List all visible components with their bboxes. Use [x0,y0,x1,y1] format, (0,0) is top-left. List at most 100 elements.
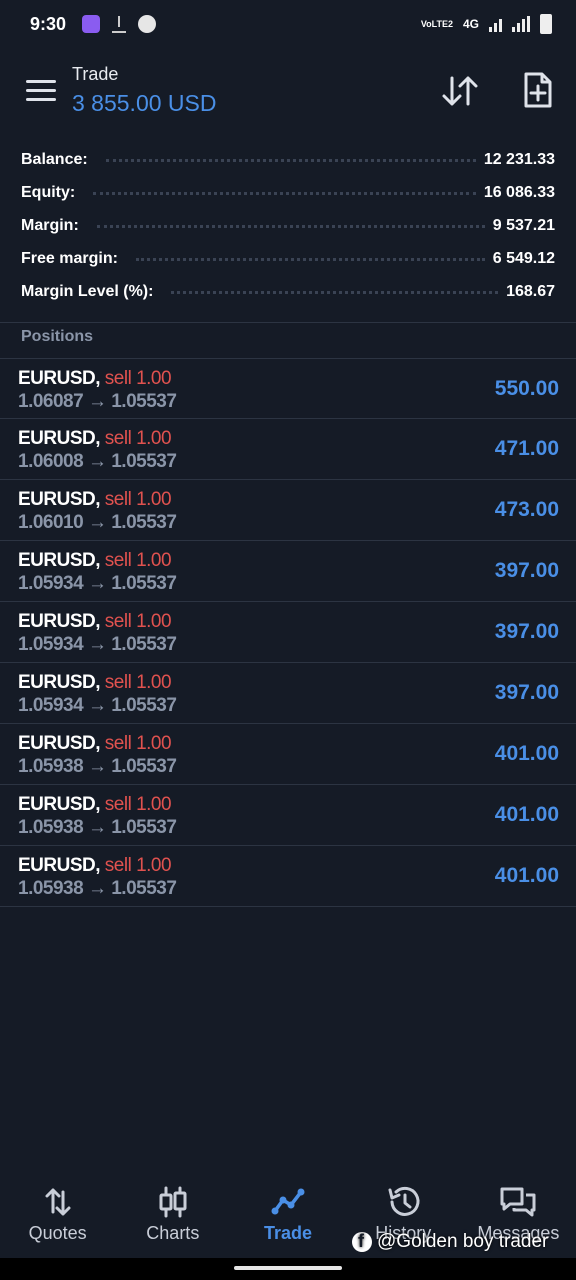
nav-label: Trade [263,1223,313,1243]
notification-icons [82,15,157,33]
margin-level-row: Margin Level (%): 168.67 [0,275,576,308]
nav-label: Quotes [28,1223,87,1243]
app-header: Trade 3 855.00 USD [0,56,576,126]
watermark: @Golden boy trader [352,1228,548,1256]
equity-value: 16 086.33 [483,183,555,201]
balance-value: 12 231.33 [483,150,555,168]
position-side: sell 1.00 [104,855,172,876]
position-row[interactable]: EURUSD, sell 1.00 1.06010 → 1.05537 473.… [0,480,576,541]
menu-icon[interactable] [26,80,56,102]
battery-icon [540,14,552,34]
position-side: sell 1.00 [104,489,172,510]
position-side: sell 1.00 [104,733,172,754]
position-side: sell 1.00 [104,550,172,571]
position-symbol: EURUSD, [18,489,101,510]
watermark-text: @Golden boy trader [377,1231,549,1252]
position-profit: 401.00 [494,803,559,826]
margin-label: Margin: [21,216,79,234]
position-symbol: EURUSD, [18,672,101,693]
free-margin-value: 6 549.12 [492,249,555,267]
position-profit: 397.00 [494,681,559,704]
floating-profit: 3 855.00 USD [72,90,217,116]
position-prices: 1.05938 → 1.05537 [18,878,177,899]
nav-label: Charts [146,1223,200,1243]
dotted-leader [105,159,476,162]
position-prices: 1.05938 → 1.05537 [18,756,177,777]
page-title: Trade [72,64,119,84]
volte-label: VoLTE2 [420,19,453,29]
candlestick-icon [153,1184,193,1220]
status-time: 9:30 [30,13,67,34]
facebook-logo-icon [352,1231,372,1252]
position-prices: 1.06087 → 1.05537 [18,391,177,412]
nav-charts[interactable]: Charts [115,1176,230,1258]
account-summary: Balance: 12 231.33 Equity: 16 086.33 Mar… [0,143,576,308]
positions-list: EURUSD, sell 1.00 1.06087 → 1.05537 550.… [0,358,576,907]
position-prices: 1.06010 → 1.05537 [18,512,177,533]
position-row[interactable]: EURUSD, sell 1.00 1.05938 → 1.05537 401.… [0,846,576,907]
gesture-area [0,1258,576,1280]
equity-label: Equity: [21,183,76,201]
section-divider [0,322,576,323]
position-row[interactable]: EURUSD, sell 1.00 1.06008 → 1.05537 471.… [0,419,576,480]
position-symbol: EURUSD, [18,733,101,754]
position-symbol: EURUSD, [18,611,101,632]
position-profit: 471.00 [494,437,559,460]
position-symbol: EURUSD, [18,368,101,389]
position-side: sell 1.00 [104,611,172,632]
position-row[interactable]: EURUSD, sell 1.00 1.05938 → 1.05537 401.… [0,724,576,785]
position-side: sell 1.00 [104,428,172,449]
position-row[interactable]: EURUSD, sell 1.00 1.05934 → 1.05537 397.… [0,541,576,602]
messages-icon [498,1184,538,1220]
sort-icon[interactable] [440,72,480,110]
system-icons: VoLTE2 4G [421,14,552,34]
q-app-icon [138,15,157,33]
signal-icon-2 [512,16,530,32]
nav-quotes[interactable]: Quotes [0,1176,115,1258]
position-prices: 1.05934 → 1.05537 [18,634,177,655]
trade-line-icon [268,1184,308,1220]
dotted-leader [135,258,485,261]
new-order-icon[interactable] [518,70,558,110]
margin-level-value: 168.67 [506,282,555,300]
download-icon [112,15,127,33]
network-label: 4G [462,17,479,31]
app-notification-icon [82,15,101,33]
position-symbol: EURUSD, [18,794,101,815]
position-row[interactable]: EURUSD, sell 1.00 1.05934 → 1.05537 397.… [0,602,576,663]
position-symbol: EURUSD, [18,428,101,449]
status-bar: 9:30 VoLTE2 4G [0,0,576,48]
equity-row: Equity: 16 086.33 [0,176,576,209]
position-profit: 401.00 [494,742,559,765]
balance-label: Balance: [21,150,88,168]
position-profit: 550.00 [494,377,559,400]
balance-row: Balance: 12 231.33 [0,143,576,176]
position-prices: 1.05938 → 1.05537 [18,817,177,838]
free-margin-label: Free margin: [21,249,118,267]
quotes-arrows-icon [38,1184,78,1220]
position-row[interactable]: EURUSD, sell 1.00 1.05934 → 1.05537 397.… [0,663,576,724]
signal-icon [489,16,502,32]
margin-value: 9 537.21 [492,216,555,234]
position-row[interactable]: EURUSD, sell 1.00 1.05938 → 1.05537 401.… [0,785,576,846]
position-symbol: EURUSD, [18,550,101,571]
margin-level-label: Margin Level (%): [21,282,154,300]
position-profit: 397.00 [494,620,559,643]
history-icon [383,1184,423,1220]
position-profit: 401.00 [494,864,559,887]
position-profit: 473.00 [494,498,559,521]
nav-trade[interactable]: Trade [230,1176,345,1258]
dotted-leader [93,192,476,195]
position-side: sell 1.00 [104,368,172,389]
dotted-leader [96,225,485,228]
position-side: sell 1.00 [104,672,172,693]
position-row[interactable]: EURUSD, sell 1.00 1.06087 → 1.05537 550.… [0,358,576,419]
position-side: sell 1.00 [104,794,172,815]
home-gesture-bar[interactable] [234,1266,342,1270]
position-symbol: EURUSD, [18,855,101,876]
position-prices: 1.06008 → 1.05537 [18,451,177,472]
position-profit: 397.00 [494,559,559,582]
positions-header: Positions [21,328,94,345]
dotted-leader [171,291,499,294]
position-prices: 1.05934 → 1.05537 [18,695,177,716]
